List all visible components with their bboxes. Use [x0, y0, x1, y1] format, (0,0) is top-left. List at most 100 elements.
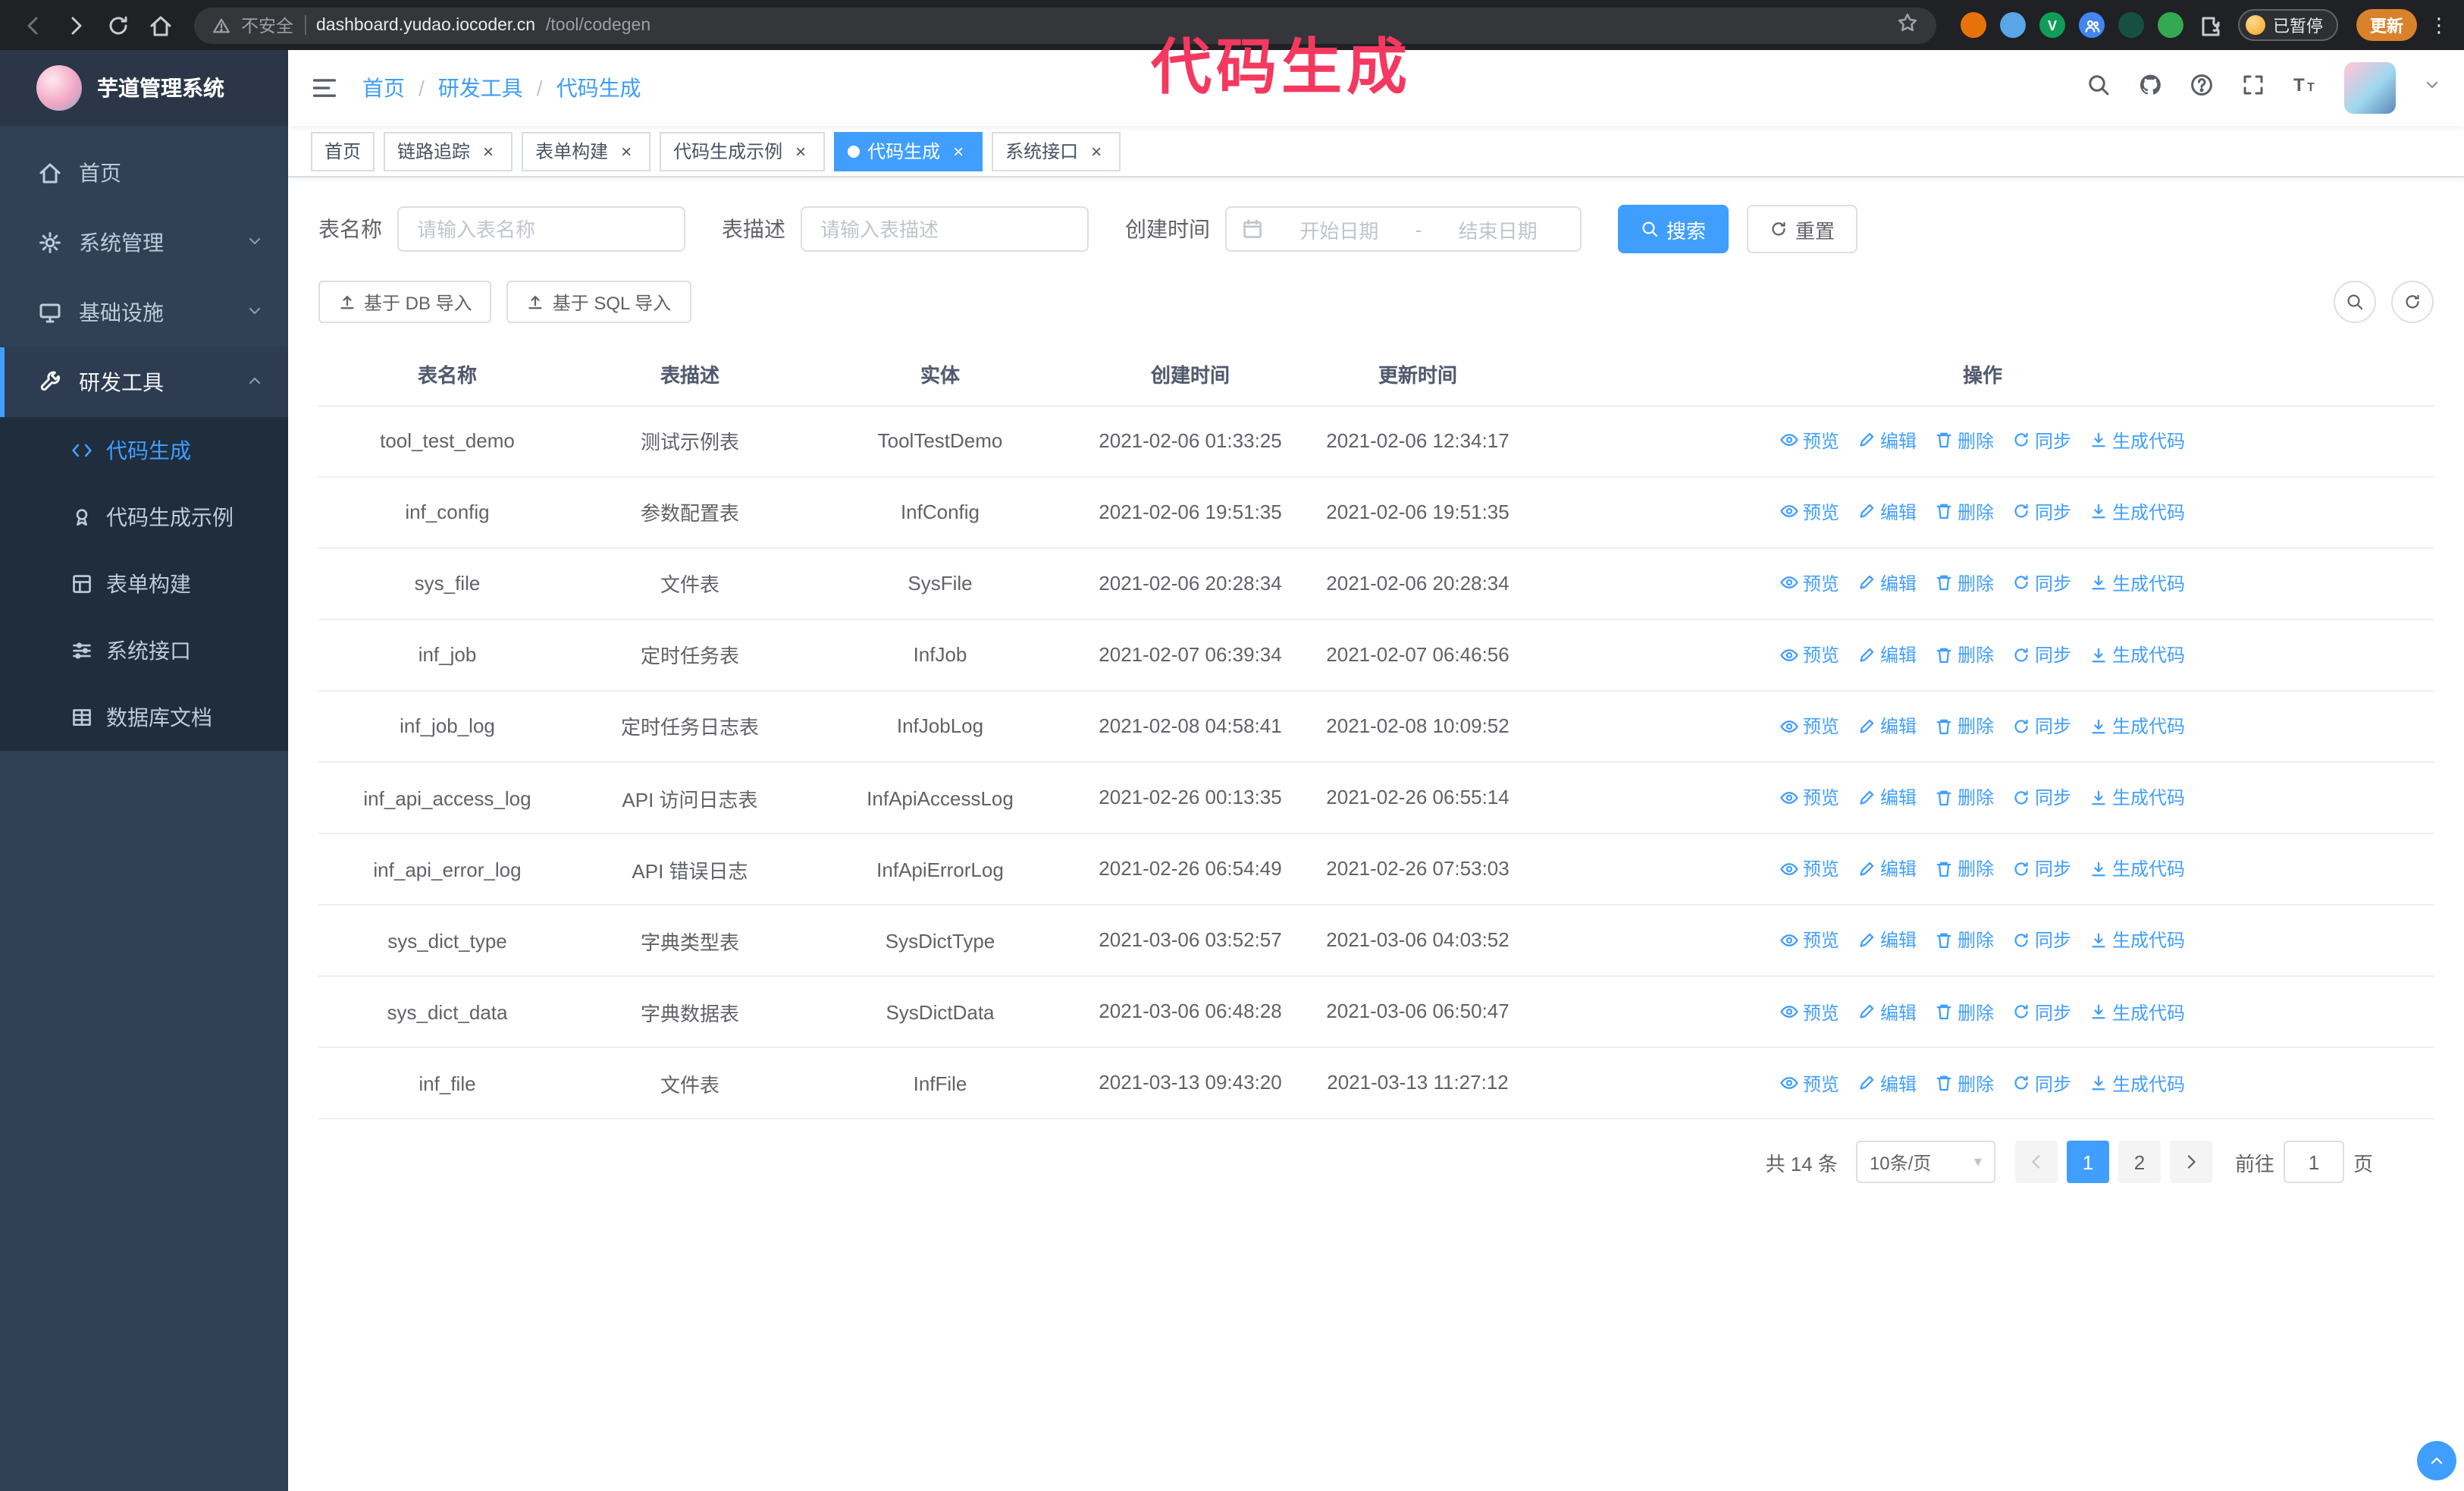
back-to-top-button[interactable]: [2417, 1441, 2456, 1480]
sidebar-item-db-doc[interactable]: 数据库文档: [0, 684, 288, 751]
sync-link[interactable]: 同步: [2012, 785, 2071, 811]
green-extension-icon[interactable]: [2158, 12, 2183, 38]
generate-code-link[interactable]: 生成代码: [2089, 642, 2185, 667]
edit-link[interactable]: 编辑: [1857, 499, 1917, 525]
close-tab-icon[interactable]: ×: [790, 140, 811, 162]
sync-link[interactable]: 同步: [2012, 1070, 2071, 1096]
edit-link[interactable]: 编辑: [1857, 570, 1917, 596]
sidebar-item-infra[interactable]: 基础设施: [0, 278, 288, 347]
sync-link[interactable]: 同步: [2012, 713, 2071, 739]
generate-code-link[interactable]: 生成代码: [2089, 1070, 2185, 1096]
preview-link[interactable]: 预览: [1780, 499, 1839, 525]
search-icon[interactable]: [2086, 72, 2111, 104]
reset-button[interactable]: 重置: [1747, 205, 1858, 253]
preview-link[interactable]: 预览: [1780, 428, 1839, 454]
delete-link[interactable]: 删除: [1935, 1070, 1994, 1096]
sync-link[interactable]: 同步: [2012, 999, 2071, 1025]
delete-link[interactable]: 删除: [1935, 999, 1994, 1025]
sidebar-item-home[interactable]: 首页: [0, 138, 288, 208]
security-label[interactable]: 不安全: [241, 13, 293, 37]
puzzle-extensions-icon[interactable]: [2197, 12, 2223, 38]
preview-link[interactable]: 预览: [1780, 642, 1839, 667]
edit-link[interactable]: 编辑: [1857, 999, 1917, 1025]
sync-link[interactable]: 同步: [2012, 642, 2071, 667]
fullscreen-icon[interactable]: [2241, 72, 2265, 104]
sidebar-item-codegen-demo[interactable]: 代码生成示例: [0, 484, 288, 551]
sync-link[interactable]: 同步: [2012, 570, 2071, 596]
edit-link[interactable]: 编辑: [1857, 428, 1917, 454]
browser-update-button[interactable]: 更新: [2356, 9, 2417, 41]
tab-home[interactable]: 首页: [311, 131, 375, 171]
close-tab-icon[interactable]: ×: [948, 140, 969, 162]
blue-extension-icon[interactable]: [2000, 12, 2026, 38]
next-page-button[interactable]: [2169, 1141, 2212, 1184]
preview-link[interactable]: 预览: [1780, 1070, 1839, 1096]
page-button-1[interactable]: 1: [2066, 1141, 2109, 1184]
refresh-table-button[interactable]: [2391, 281, 2434, 323]
github-icon[interactable]: [2138, 72, 2162, 104]
edit-link[interactable]: 编辑: [1857, 642, 1917, 667]
sidebar-item-devtools[interactable]: 研发工具: [0, 347, 288, 417]
generate-code-link[interactable]: 生成代码: [2089, 713, 2185, 739]
sidebar-item-form-builder[interactable]: 表单构建: [0, 551, 288, 617]
bookmark-star-icon[interactable]: [1897, 12, 1918, 38]
tab-form-builder[interactable]: 表单构建 ×: [522, 131, 651, 171]
sidebar-item-codegen[interactable]: 代码生成: [0, 417, 288, 484]
edit-link[interactable]: 编辑: [1857, 856, 1917, 882]
sync-link[interactable]: 同步: [2012, 428, 2071, 454]
font-size-icon[interactable]: TT: [2293, 72, 2317, 104]
page-button-2[interactable]: 2: [2118, 1141, 2161, 1184]
user-avatar[interactable]: [2344, 62, 2396, 114]
app-logo-row[interactable]: 芋道管理系统: [0, 50, 288, 126]
import-sql-button[interactable]: 基于 SQL 导入: [506, 281, 691, 323]
delete-link[interactable]: 删除: [1935, 642, 1994, 667]
generate-code-link[interactable]: 生成代码: [2089, 856, 2185, 882]
generate-code-link[interactable]: 生成代码: [2089, 928, 2185, 953]
chevron-down-icon[interactable]: [2423, 74, 2441, 102]
search-button[interactable]: 搜索: [1618, 205, 1729, 253]
close-tab-icon[interactable]: ×: [1086, 140, 1107, 162]
generate-code-link[interactable]: 生成代码: [2089, 499, 2185, 525]
sidebar-item-system[interactable]: 系统管理: [0, 208, 288, 278]
close-tab-icon[interactable]: ×: [478, 140, 499, 162]
dark-extension-icon[interactable]: [2118, 12, 2144, 38]
prev-page-button[interactable]: [2014, 1141, 2058, 1184]
page-size-select[interactable]: 10条/页 ▾: [1855, 1141, 1995, 1184]
goto-page-input[interactable]: [2283, 1141, 2344, 1184]
sync-paused-badge[interactable]: 已暂停: [2238, 9, 2338, 41]
preview-link[interactable]: 预览: [1780, 570, 1839, 596]
reload-icon[interactable]: [100, 7, 136, 43]
v-extension-icon[interactable]: V: [2039, 12, 2065, 38]
edit-link[interactable]: 编辑: [1857, 1070, 1917, 1096]
delete-link[interactable]: 删除: [1935, 570, 1994, 596]
home-icon[interactable]: [143, 7, 179, 43]
forward-icon[interactable]: [58, 7, 94, 43]
edit-link[interactable]: 编辑: [1857, 928, 1917, 953]
delete-link[interactable]: 删除: [1935, 428, 1994, 454]
back-icon[interactable]: [15, 7, 52, 43]
people-extension-icon[interactable]: [2079, 12, 2105, 38]
delete-link[interactable]: 删除: [1935, 928, 1994, 953]
generate-code-link[interactable]: 生成代码: [2089, 999, 2185, 1025]
generate-code-link[interactable]: 生成代码: [2089, 570, 2185, 596]
sidebar-item-api[interactable]: 系统接口: [0, 617, 288, 684]
delete-link[interactable]: 删除: [1935, 785, 1994, 811]
breadcrumb-home[interactable]: 首页: [362, 73, 405, 103]
generate-code-link[interactable]: 生成代码: [2089, 785, 2185, 811]
sync-link[interactable]: 同步: [2012, 856, 2071, 882]
toggle-search-button[interactable]: [2334, 281, 2376, 323]
delete-link[interactable]: 删除: [1935, 499, 1994, 525]
edit-link[interactable]: 编辑: [1857, 785, 1917, 811]
orange-extension-icon[interactable]: [1961, 12, 1986, 38]
date-range-picker[interactable]: 开始日期 - 结束日期: [1225, 206, 1582, 252]
table-name-input[interactable]: [397, 206, 685, 252]
tab-codegen-demo[interactable]: 代码生成示例 ×: [660, 131, 826, 171]
sync-link[interactable]: 同步: [2012, 928, 2071, 953]
edit-link[interactable]: 编辑: [1857, 713, 1917, 739]
delete-link[interactable]: 删除: [1935, 713, 1994, 739]
tab-api[interactable]: 系统接口 ×: [992, 131, 1121, 171]
tab-codegen[interactable]: 代码生成 ×: [834, 131, 983, 171]
breadcrumb-devtools[interactable]: 研发工具: [438, 73, 523, 103]
preview-link[interactable]: 预览: [1780, 856, 1839, 882]
kebab-menu-icon[interactable]: ⋮: [2429, 13, 2449, 37]
